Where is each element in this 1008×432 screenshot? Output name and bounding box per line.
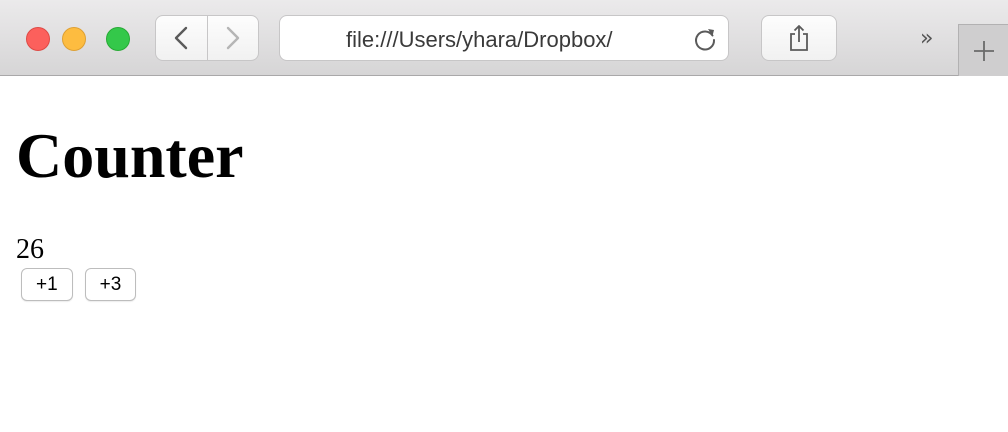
new-tab-button[interactable] xyxy=(958,24,1008,76)
plus-icon xyxy=(973,40,994,61)
overflow-chevron-icon[interactable]: » xyxy=(920,26,934,51)
counter-buttons: +1 +3 xyxy=(21,268,244,301)
increment-three-button[interactable]: +3 xyxy=(84,268,137,301)
page-content: Counter 26 +1 +3 xyxy=(16,112,244,301)
increment-one-button[interactable]: +1 xyxy=(21,268,73,301)
url-text[interactable]: file:///Users/yhara/Dropbox/ xyxy=(346,27,671,53)
forward-arrow-icon xyxy=(226,26,240,50)
browser-toolbar: file:///Users/yhara/Dropbox/ » xyxy=(0,0,1008,76)
address-bar[interactable]: file:///Users/yhara/Dropbox/ xyxy=(279,15,729,61)
reload-icon[interactable] xyxy=(692,26,718,52)
forward-button[interactable] xyxy=(206,16,258,60)
back-button[interactable] xyxy=(156,16,207,60)
page-title: Counter xyxy=(16,120,244,191)
nav-buttons xyxy=(155,15,259,61)
maximize-window-icon[interactable] xyxy=(106,27,130,51)
close-window-icon[interactable] xyxy=(26,27,50,51)
back-arrow-icon xyxy=(175,26,188,50)
counter-value: 26 xyxy=(16,234,44,265)
share-icon xyxy=(790,25,808,51)
share-button[interactable] xyxy=(761,15,837,61)
minimize-window-icon[interactable] xyxy=(62,27,86,51)
